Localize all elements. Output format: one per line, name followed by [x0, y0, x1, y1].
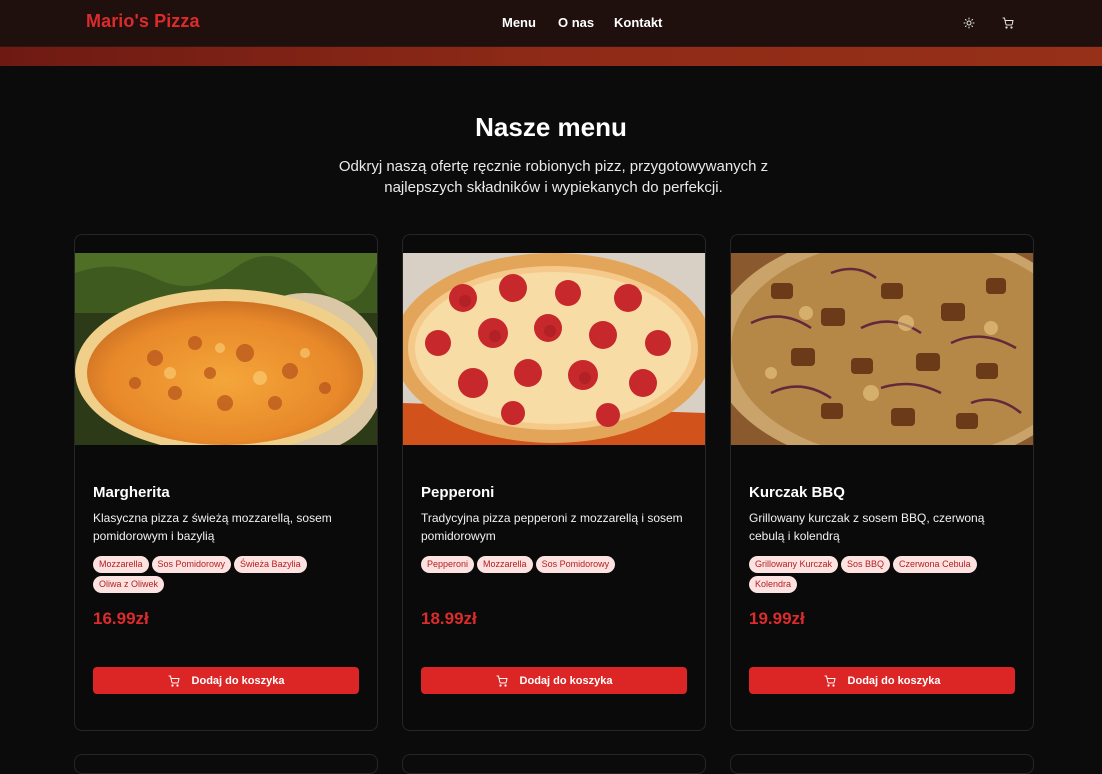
add-to-cart-label: Dodaj do koszyka: [519, 674, 613, 687]
page-title: Nasze menu: [475, 112, 627, 142]
ingredient-tag: Pepperoni: [421, 556, 475, 573]
nav-link-contact[interactable]: Kontakt: [614, 15, 662, 30]
product-card-partial: [74, 754, 378, 774]
bbq-chicken-image: [731, 253, 1033, 445]
ingredient-tags: Grillowany Kurczak Sos BBQ Czerwona Cebu…: [749, 556, 1019, 593]
ingredient-tag: Grillowany Kurczak: [749, 556, 839, 573]
ingredient-tag: Sos Pomidorowy: [535, 556, 616, 573]
product-price: 19.99zł: [749, 609, 805, 628]
product-card-partial: [402, 754, 706, 774]
product-name: Pepperoni: [421, 484, 495, 501]
product-card-pepperoni: Pepperoni Tradycyjna pizza pepperoni z m…: [402, 234, 706, 731]
add-to-cart-label: Dodaj do koszyka: [847, 674, 941, 687]
ingredient-tag: Świeża Bazylia: [234, 556, 307, 573]
product-description: Grillowany kurczak z sosem BBQ, czerwoną…: [749, 511, 985, 543]
cart-icon: [496, 675, 508, 687]
theme-toggle-button[interactable]: [960, 14, 978, 32]
product-description: Klasyczna pizza z świeżą mozzarellą, sos…: [93, 511, 332, 543]
ingredient-tags: Mozzarella Sos Pomidorowy Świeża Bazylia…: [93, 556, 363, 593]
accent-bar: [0, 47, 1102, 66]
nav-link-menu[interactable]: Menu: [502, 15, 536, 30]
cart-icon: [824, 675, 836, 687]
cart-icon: [168, 675, 180, 687]
brand-logo[interactable]: Mario's Pizza: [86, 11, 200, 32]
product-price: 18.99zł: [421, 609, 477, 628]
product-name: Kurczak BBQ: [749, 484, 845, 501]
product-card-margherita: Margherita Klasyczna pizza z świeżą mozz…: [74, 234, 378, 731]
top-navbar: Mario's Pizza Menu O nas Kontakt: [0, 0, 1102, 47]
product-description: Tradycyjna pizza pepperoni z mozzarellą …: [421, 511, 683, 543]
sun-icon: [963, 17, 975, 29]
ingredient-tag: Oliwa z Oliwek: [93, 576, 165, 593]
ingredient-tag: Mozzarella: [93, 556, 149, 573]
nav-link-about[interactable]: O nas: [558, 15, 594, 30]
cart-icon: [1002, 17, 1014, 29]
ingredient-tag: Czerwona Cebula: [893, 556, 977, 573]
cart-button[interactable]: [999, 14, 1017, 32]
add-to-cart-label: Dodaj do koszyka: [191, 674, 285, 687]
add-to-cart-button[interactable]: Dodaj do koszyka: [93, 667, 359, 694]
add-to-cart-button[interactable]: Dodaj do koszyka: [749, 667, 1015, 694]
page-subtitle: Odkryj naszą ofertę ręcznie robionych pi…: [338, 158, 769, 196]
ingredient-tag: Kolendra: [749, 576, 798, 593]
ingredient-tags: Pepperoni Mozzarella Sos Pomidorowy: [421, 556, 691, 573]
ingredient-tag: Sos Pomidorowy: [151, 556, 232, 573]
ingredient-tag: Mozzarella: [477, 556, 533, 573]
product-name: Margherita: [93, 484, 170, 501]
add-to-cart-button[interactable]: Dodaj do koszyka: [421, 667, 687, 694]
pepperoni-image: [403, 253, 705, 445]
product-card-bbq-chicken: Kurczak BBQ Grillowany kurczak z sosem B…: [730, 234, 1034, 731]
product-card-partial: [730, 754, 1034, 774]
ingredient-tag: Sos BBQ: [841, 556, 891, 573]
product-price: 16.99zł: [93, 609, 149, 628]
margherita-image: [75, 253, 377, 445]
